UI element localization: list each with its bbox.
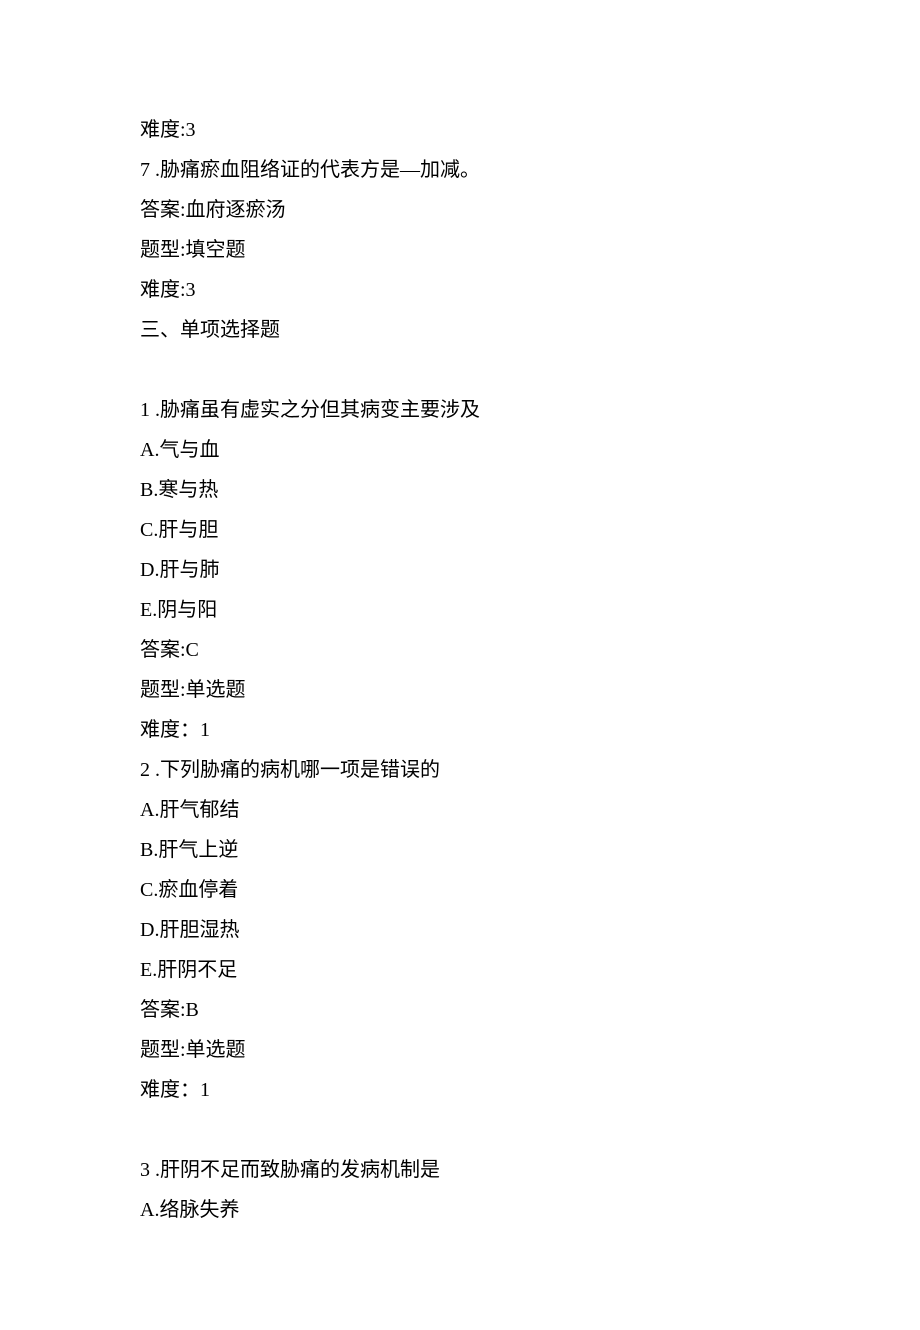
question-type-line: 题型:填空题 — [140, 230, 780, 270]
question-type-line: 题型:单选题 — [140, 670, 780, 710]
option-e: E.肝阴不足 — [140, 950, 780, 990]
difficulty-line: 难度:3 — [140, 270, 780, 310]
blank-gap — [140, 350, 780, 390]
section-heading-mcq: 三、单项选择题 — [140, 310, 780, 350]
answer-line: 答案:B — [140, 990, 780, 1030]
question-type-line: 题型:单选题 — [140, 1030, 780, 1070]
option-d: D.肝与肺 — [140, 550, 780, 590]
option-a: A.络脉失养 — [140, 1190, 780, 1230]
option-b: B.肝气上逆 — [140, 830, 780, 870]
option-b: B.寒与热 — [140, 470, 780, 510]
option-e: E.阴与阳 — [140, 590, 780, 630]
blank-gap — [140, 1110, 780, 1150]
option-a: A.肝气郁结 — [140, 790, 780, 830]
mcq-question-1: 1 .胁痛虽有虚实之分但其病变主要涉及 — [140, 390, 780, 430]
mcq-question-2: 2 .下列胁痛的病机哪一项是错误的 — [140, 750, 780, 790]
fill-question-7: 7 .胁痛瘀血阻络证的代表方是—加减。 — [140, 150, 780, 190]
difficulty-line: 难度:3 — [140, 110, 780, 150]
option-d: D.肝胆湿热 — [140, 910, 780, 950]
option-c: C.肝与胆 — [140, 510, 780, 550]
option-c: C.瘀血停着 — [140, 870, 780, 910]
mcq-question-3: 3 .肝阴不足而致胁痛的发病机制是 — [140, 1150, 780, 1190]
answer-line: 答案:血府逐瘀汤 — [140, 190, 780, 230]
option-a: A.气与血 — [140, 430, 780, 470]
answer-line: 答案:C — [140, 630, 780, 670]
difficulty-line: 难度：1 — [140, 1070, 780, 1110]
difficulty-line: 难度：1 — [140, 710, 780, 750]
